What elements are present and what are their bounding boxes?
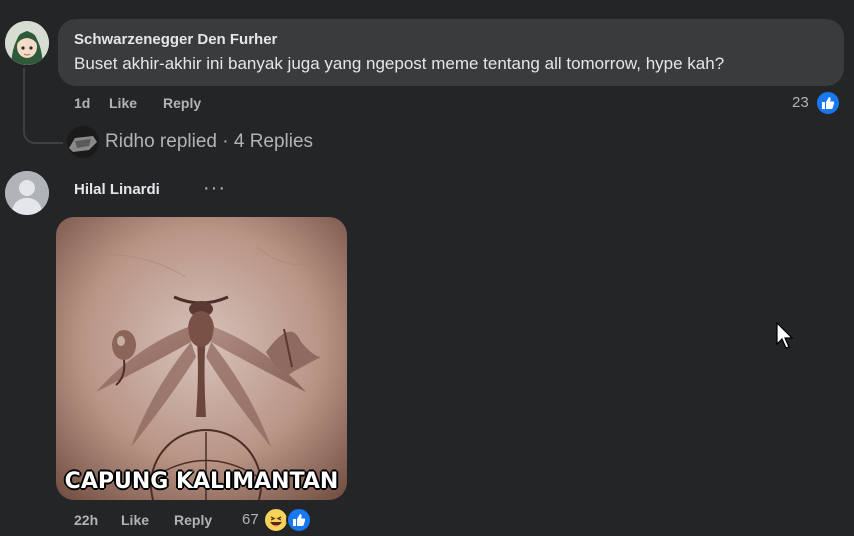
anime-avatar-icon: [5, 21, 49, 65]
comment-actions: 22h Like Reply: [74, 512, 244, 530]
commenter-avatar[interactable]: [5, 21, 49, 65]
reaction-count[interactable]: 67: [242, 511, 259, 528]
like-button[interactable]: Like: [121, 512, 149, 528]
comment-author[interactable]: Hilal Linardi: [74, 181, 160, 198]
commenter-avatar-default[interactable]: [5, 171, 49, 215]
default-avatar-icon: [5, 171, 49, 215]
dragonfly-illustration: [56, 217, 347, 500]
comment-bubble: Schwarzenegger Den Furher Buset akhir-ak…: [58, 19, 844, 86]
comment-time[interactable]: 22h: [74, 512, 98, 528]
like-icon[interactable]: [815, 90, 841, 116]
view-replies-link[interactable]: Ridho replied · 4 Replies: [105, 131, 313, 153]
reply-thread-line: [23, 68, 63, 144]
comment-image[interactable]: CAPUNG KALIMANTAN: [56, 217, 347, 500]
comment-time[interactable]: 1d: [74, 95, 90, 111]
mouse-cursor-icon: [776, 321, 796, 350]
reply-button[interactable]: Reply: [163, 95, 201, 111]
more-options-icon[interactable]: ···: [203, 177, 226, 200]
comment-author[interactable]: Schwarzenegger Den Furher: [74, 31, 277, 48]
reaction-count[interactable]: 23: [792, 94, 809, 111]
image-caption: CAPUNG KALIMANTAN: [64, 469, 339, 494]
like-icon[interactable]: [286, 507, 312, 533]
reply-author-avatar[interactable]: [67, 126, 99, 158]
comment-text: Buset akhir-akhir ini banyak juga yang n…: [74, 54, 725, 73]
reply-button[interactable]: Reply: [174, 512, 212, 528]
like-button[interactable]: Like: [109, 95, 137, 111]
comment-actions: 1d Like Reply: [74, 95, 274, 113]
